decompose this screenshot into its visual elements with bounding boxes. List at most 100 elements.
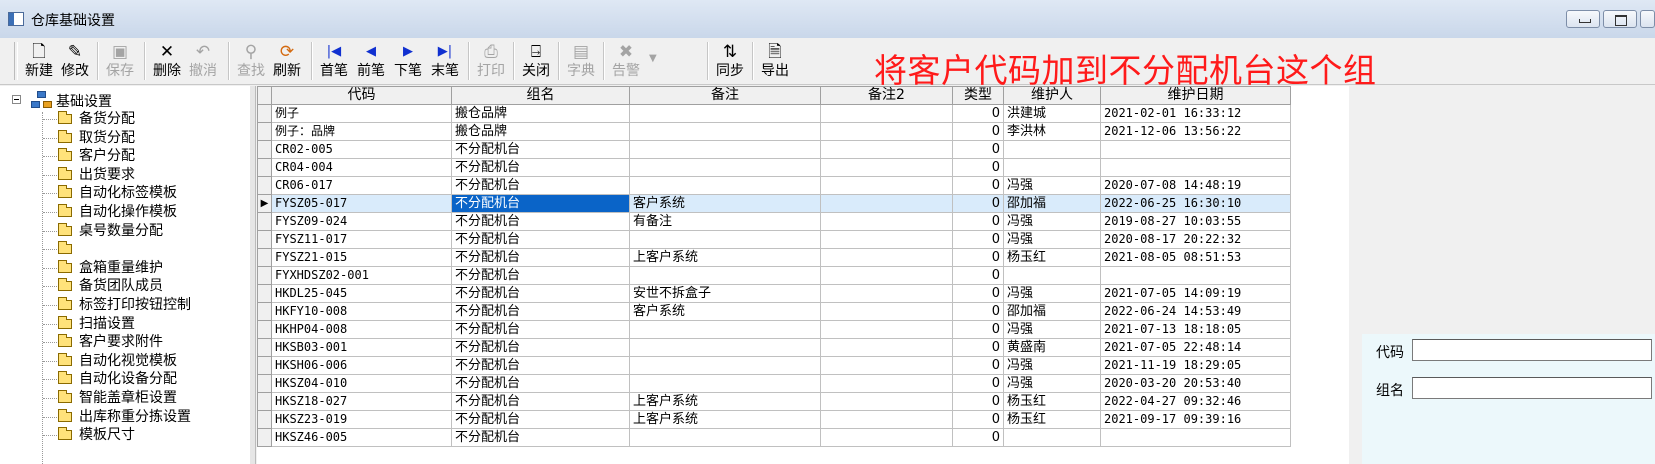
code-cell[interactable]: CR06-017	[271, 176, 452, 195]
remark-cell[interactable]	[629, 356, 821, 375]
group-cell[interactable]: 不分配机台	[451, 320, 630, 339]
table-row[interactable]: 例子 搬仓品牌 0 洪建城 2021-02-01 16:33:12	[257, 104, 1291, 123]
maintain-date-cell[interactable]	[1100, 140, 1291, 159]
code-cell[interactable]: FYSZ11-017	[271, 230, 452, 249]
row-indicator[interactable]	[257, 140, 272, 159]
maintain-date-cell[interactable]: 2021-07-05 22:48:14	[1100, 338, 1291, 357]
remark2-cell[interactable]	[820, 140, 953, 159]
type-cell[interactable]: 0	[952, 104, 1004, 123]
tree-item[interactable]: 自动化操作模板	[42, 203, 250, 222]
tree-item[interactable]: 出库称重分拣设置	[42, 408, 250, 427]
previous-record-button[interactable]: ◀ 前笔	[354, 40, 388, 82]
remark-cell[interactable]: 客户系统	[629, 302, 821, 321]
maintain-date-cell[interactable]: 2020-03-20 20:53:40	[1100, 374, 1291, 393]
code-cell[interactable]: CR02-005	[271, 140, 452, 159]
maintainer-cell[interactable]: 冯强	[1003, 374, 1101, 393]
chevron-down-icon[interactable]: ▼	[649, 53, 657, 64]
group-cell[interactable]: 不分配机台	[451, 230, 630, 249]
table-row[interactable]: FYSZ11-017 不分配机台 0 冯强 2020-08-17 20:22:32	[257, 230, 1291, 249]
row-indicator[interactable]	[257, 176, 272, 195]
table-row[interactable]: HKSZ46-005 不分配机台 0	[257, 428, 1291, 447]
code-cell[interactable]: 例子：品牌	[271, 122, 452, 141]
group-input[interactable]	[1412, 377, 1652, 399]
print-button[interactable]: ⎙ 打印	[474, 40, 508, 82]
remark-cell[interactable]	[629, 176, 821, 195]
dictionary-button[interactable]: ▤ 字典	[564, 40, 598, 82]
maintainer-cell[interactable]: 冯强	[1003, 230, 1101, 249]
type-cell[interactable]: 0	[952, 356, 1004, 375]
group-cell[interactable]: 不分配机台	[451, 266, 630, 285]
maintainer-cell[interactable]: 黄盛南	[1003, 338, 1101, 357]
table-row[interactable]: HKSZ23-019 不分配机台 上客户系统 0 杨玉红 2021-09-17 09:39…	[257, 410, 1291, 429]
collapse-icon[interactable]	[12, 95, 21, 104]
type-cell[interactable]: 0	[952, 410, 1004, 429]
tree-item[interactable]: 标签打印按钮控制	[42, 296, 250, 315]
remark2-cell[interactable]	[820, 284, 953, 303]
group-cell[interactable]: 搬仓品牌	[451, 122, 630, 141]
remark2-cell[interactable]	[820, 428, 953, 447]
maintain-date-cell[interactable]: 2021-09-17 09:39:16	[1100, 410, 1291, 429]
remark-cell[interactable]	[629, 230, 821, 249]
remark-cell[interactable]	[629, 140, 821, 159]
save-button[interactable]: ▣ 保存	[103, 40, 137, 82]
type-cell[interactable]: 0	[952, 392, 1004, 411]
group-cell[interactable]: 不分配机台	[451, 374, 630, 393]
code-cell[interactable]: HKSB03-001	[271, 338, 452, 357]
maintain-date-cell[interactable]: 2021-08-05 08:51:53	[1100, 248, 1291, 267]
tree-item[interactable]: 客户要求附件	[42, 333, 250, 352]
maintainer-cell[interactable]: 冯强	[1003, 284, 1101, 303]
refresh-button[interactable]: ⟳ 刷新	[270, 40, 304, 82]
last-record-button[interactable]: ▶| 末笔	[428, 40, 462, 82]
row-indicator[interactable]	[257, 338, 272, 357]
maintainer-cell[interactable]: 冯强	[1003, 320, 1101, 339]
row-indicator[interactable]	[257, 392, 272, 411]
remark2-cell[interactable]	[820, 302, 953, 321]
maintainer-cell[interactable]: 冯强	[1003, 176, 1101, 195]
remark-cell[interactable]	[629, 266, 821, 285]
code-cell[interactable]: 例子	[271, 104, 452, 123]
remark-cell[interactable]	[629, 104, 821, 123]
maintain-date-cell[interactable]: 2019-08-27 10:03:55	[1100, 212, 1291, 231]
type-cell[interactable]: 0	[952, 248, 1004, 267]
remark2-cell[interactable]	[820, 410, 953, 429]
code-cell[interactable]: HKSZ46-005	[271, 428, 452, 447]
remark2-cell[interactable]	[820, 392, 953, 411]
type-cell[interactable]: 0	[952, 122, 1004, 141]
row-indicator[interactable]	[257, 104, 272, 123]
remark-cell[interactable]	[629, 122, 821, 141]
remark-cell[interactable]: 上客户系统	[629, 392, 821, 411]
minimize-button[interactable]	[1566, 10, 1600, 28]
code-input[interactable]	[1412, 339, 1652, 361]
maintainer-cell[interactable]: 冯强	[1003, 356, 1101, 375]
row-indicator[interactable]	[257, 428, 272, 447]
maintainer-cell[interactable]	[1003, 428, 1101, 447]
table-row[interactable]: CR06-017 不分配机台 0 冯强 2020-07-08 14:48:19	[257, 176, 1291, 195]
remark-cell[interactable]	[629, 158, 821, 177]
undo-button[interactable]: ↶ 撤消	[186, 40, 220, 82]
maintainer-cell[interactable]: 邵加福	[1003, 302, 1101, 321]
remark2-cell[interactable]	[820, 248, 953, 267]
type-cell[interactable]: 0	[952, 176, 1004, 195]
row-indicator[interactable]	[257, 230, 272, 249]
type-cell[interactable]: 0	[952, 230, 1004, 249]
row-indicator[interactable]	[257, 158, 272, 177]
code-cell[interactable]: FYSZ21-015	[271, 248, 452, 267]
maximize-button[interactable]	[1603, 10, 1637, 28]
maintain-date-cell[interactable]: 2021-12-06 13:56:22	[1100, 122, 1291, 141]
remark2-cell[interactable]	[820, 356, 953, 375]
table-row[interactable]: HKSH06-006 不分配机台 0 冯强 2021-11-19 18:29:05	[257, 356, 1291, 375]
remark-cell[interactable]: 上客户系统	[629, 248, 821, 267]
tree-item[interactable]: 备货分配	[42, 110, 250, 129]
settings-tree[interactable]: 基础设置 备货分配 取货分配 客户分配 出货要求 自动化标签模板 自动化操作模板 桌号数量分…	[0, 86, 251, 464]
code-cell[interactable]: HKHP04-008	[271, 320, 452, 339]
code-cell[interactable]: HKFY10-008	[271, 302, 452, 321]
remark-cell[interactable]	[629, 320, 821, 339]
table-row[interactable]: HKHP04-008 不分配机台 0 冯强 2021-07-13 18:18:05	[257, 320, 1291, 339]
column-header[interactable]: 维护人	[1003, 86, 1101, 105]
remark2-cell[interactable]	[820, 374, 953, 393]
maintain-date-cell[interactable]: 2021-07-13 18:18:05	[1100, 320, 1291, 339]
maintain-date-cell[interactable]	[1100, 158, 1291, 177]
row-indicator[interactable]	[257, 302, 272, 321]
tree-item[interactable]: 桌号数量分配	[42, 222, 250, 241]
tree-item[interactable]	[42, 240, 250, 259]
